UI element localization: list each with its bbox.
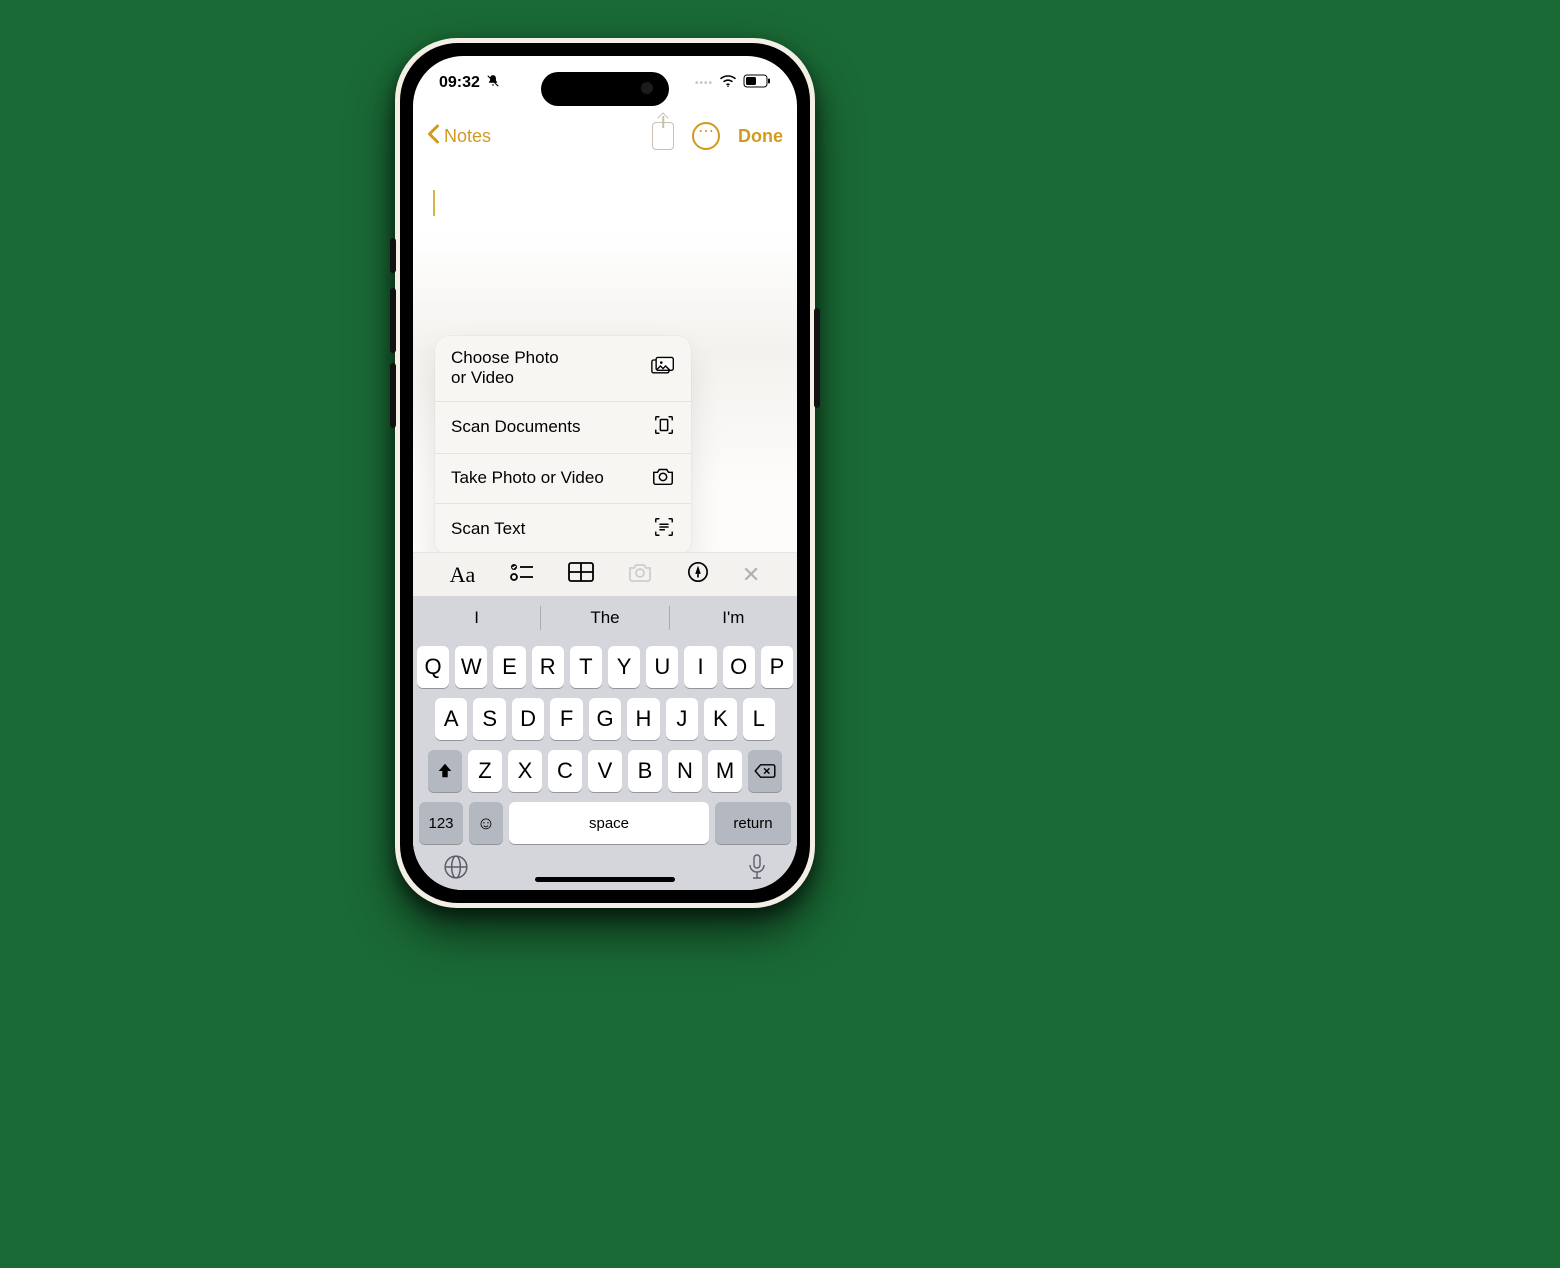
menu-item-label: Take Photo or Video (451, 468, 604, 488)
key-u[interactable]: U (646, 646, 678, 688)
status-bar: 09:32 •••• (413, 56, 797, 110)
camera-toolbar-icon[interactable] (627, 562, 653, 587)
backspace-key[interactable] (748, 750, 782, 792)
menu-item-label: Scan Text (451, 519, 525, 539)
notes-format-toolbar: Aa ✕ (413, 552, 797, 596)
key-x[interactable]: X (508, 750, 542, 792)
checklist-icon[interactable] (509, 561, 535, 588)
menu-scan-text[interactable]: Scan Text (435, 503, 691, 555)
key-g[interactable]: G (589, 698, 621, 740)
keyboard: I The I'm Q W E R T Y U I (413, 596, 797, 890)
text-cursor (433, 190, 435, 216)
photos-icon (651, 356, 675, 381)
back-label: Notes (444, 126, 491, 147)
home-indicator[interactable] (535, 877, 675, 882)
text-scan-icon (653, 516, 675, 543)
menu-item-label: Choose Photo or Video (451, 348, 559, 389)
key-m[interactable]: M (708, 750, 742, 792)
key-row-4: 123 ☺ space return (417, 802, 793, 844)
share-icon[interactable] (652, 122, 674, 150)
done-button[interactable]: Done (738, 126, 783, 147)
key-row-1: Q W E R T Y U I O P (417, 646, 793, 688)
key-r[interactable]: R (532, 646, 564, 688)
menu-scan-documents[interactable]: Scan Documents (435, 401, 691, 453)
status-time: 09:32 (439, 74, 480, 92)
mute-switch (390, 238, 396, 273)
key-n[interactable]: N (668, 750, 702, 792)
camera-icon (651, 466, 675, 491)
key-l[interactable]: L (743, 698, 775, 740)
key-e[interactable]: E (493, 646, 525, 688)
suggestion-3[interactable]: I'm (670, 608, 797, 628)
key-w[interactable]: W (455, 646, 487, 688)
screen: 09:32 •••• (413, 56, 797, 890)
key-q[interactable]: Q (417, 646, 449, 688)
key-row-2: A S D F G H J K L (417, 698, 793, 740)
iphone-frame: 09:32 •••• (395, 38, 815, 908)
suggestion-bar: I The I'm (413, 596, 797, 640)
table-icon[interactable] (568, 562, 594, 587)
more-icon[interactable] (692, 122, 720, 150)
key-t[interactable]: T (570, 646, 602, 688)
menu-item-label: Scan Documents (451, 417, 580, 437)
cellular-dots-icon: •••• (695, 78, 713, 89)
key-y[interactable]: Y (608, 646, 640, 688)
volume-down-button (390, 363, 396, 428)
back-button[interactable]: Notes (427, 124, 652, 149)
space-key[interactable]: space (509, 802, 709, 844)
key-f[interactable]: F (550, 698, 582, 740)
numbers-key[interactable]: 123 (419, 802, 463, 844)
menu-choose-photo[interactable]: Choose Photo or Video (435, 336, 691, 401)
key-k[interactable]: K (704, 698, 736, 740)
notes-navbar: Notes Done (413, 114, 797, 158)
key-o[interactable]: O (723, 646, 755, 688)
key-p[interactable]: P (761, 646, 793, 688)
doc-scan-icon (653, 414, 675, 441)
key-v[interactable]: V (588, 750, 622, 792)
camera-action-menu: Choose Photo or Video Scan Documents Tak… (435, 336, 691, 555)
text-style-icon[interactable]: Aa (450, 562, 476, 588)
emoji-key[interactable]: ☺ (469, 802, 503, 844)
suggestion-2[interactable]: The (541, 608, 668, 628)
menu-take-photo[interactable]: Take Photo or Video (435, 453, 691, 503)
key-row-3: Z X C V B N M (417, 750, 793, 792)
key-z[interactable]: Z (468, 750, 502, 792)
key-s[interactable]: S (473, 698, 505, 740)
key-c[interactable]: C (548, 750, 582, 792)
dictation-icon[interactable] (747, 854, 767, 885)
markup-icon[interactable] (687, 561, 709, 588)
bell-slash-icon (486, 74, 500, 93)
key-i[interactable]: I (684, 646, 716, 688)
globe-icon[interactable] (443, 854, 469, 885)
volume-up-button (390, 288, 396, 353)
key-a[interactable]: A (435, 698, 467, 740)
suggestion-1[interactable]: I (413, 608, 540, 628)
shift-key[interactable] (428, 750, 462, 792)
key-b[interactable]: B (628, 750, 662, 792)
battery-icon (743, 74, 771, 93)
wifi-icon (719, 74, 737, 93)
key-j[interactable]: J (666, 698, 698, 740)
power-button (814, 308, 820, 408)
close-icon[interactable]: ✕ (742, 562, 760, 588)
chevron-left-icon (427, 124, 440, 149)
key-d[interactable]: D (512, 698, 544, 740)
return-key[interactable]: return (715, 802, 791, 844)
key-h[interactable]: H (627, 698, 659, 740)
